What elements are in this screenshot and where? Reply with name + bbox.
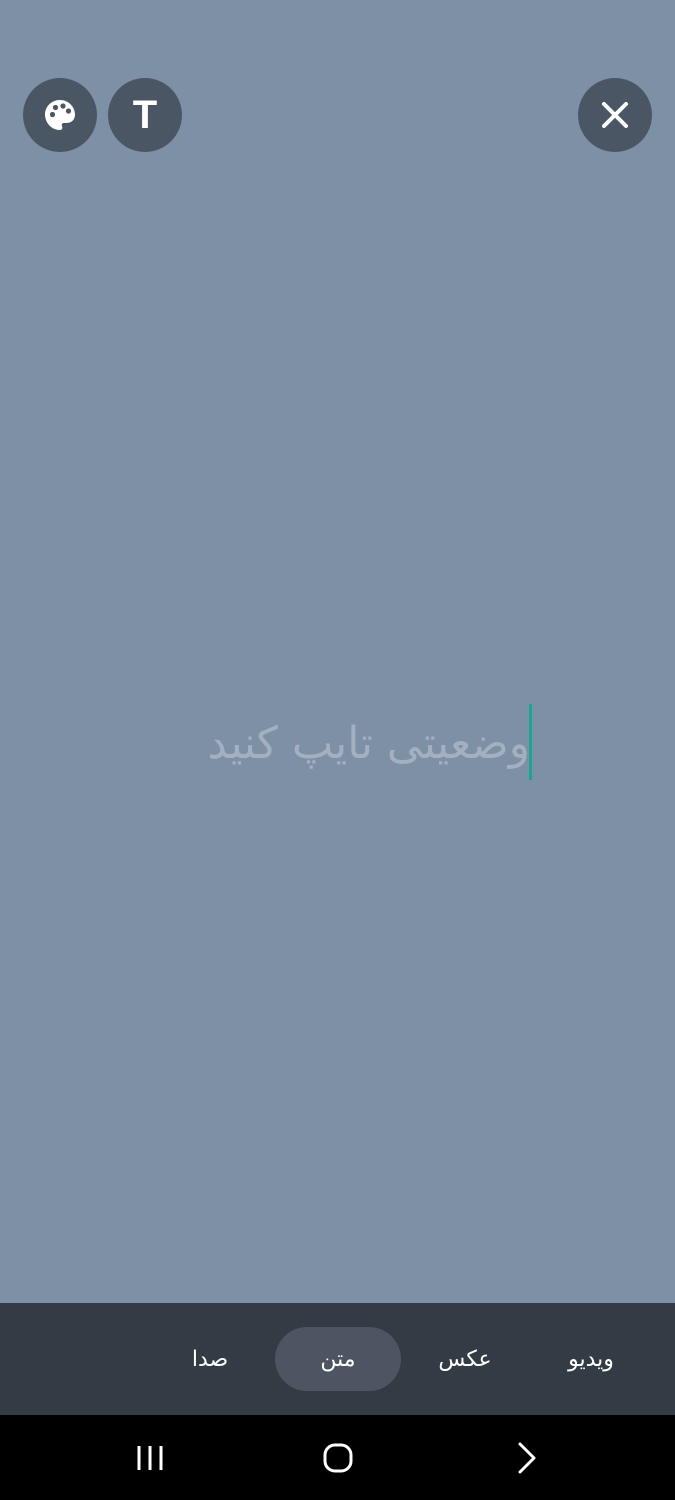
back-icon	[518, 1442, 536, 1474]
tab-photo[interactable]: عکس	[404, 1327, 526, 1391]
text-cursor	[529, 704, 532, 780]
status-canvas: T	[0, 0, 675, 1303]
palette-icon	[45, 100, 75, 130]
status-text-editor	[0, 700, 675, 786]
tab-video[interactable]: ویدیو	[530, 1327, 652, 1391]
color-palette-button[interactable]	[23, 78, 97, 152]
home-button[interactable]	[308, 1433, 368, 1483]
home-icon	[323, 1443, 353, 1473]
back-button[interactable]	[497, 1433, 557, 1483]
status-type-tabbar: صدا متن عکس ویدیو	[0, 1303, 675, 1415]
text-style-button[interactable]: T	[108, 78, 182, 152]
text-t-icon: T	[132, 93, 158, 137]
recents-icon	[137, 1446, 163, 1470]
system-navigation-bar	[0, 1415, 675, 1500]
tab-audio[interactable]: صدا	[150, 1327, 270, 1391]
recents-button[interactable]	[120, 1433, 180, 1483]
close-icon	[602, 102, 628, 128]
close-button[interactable]	[578, 78, 652, 152]
tab-text[interactable]: متن	[275, 1327, 401, 1391]
status-text-input[interactable]	[100, 700, 530, 786]
